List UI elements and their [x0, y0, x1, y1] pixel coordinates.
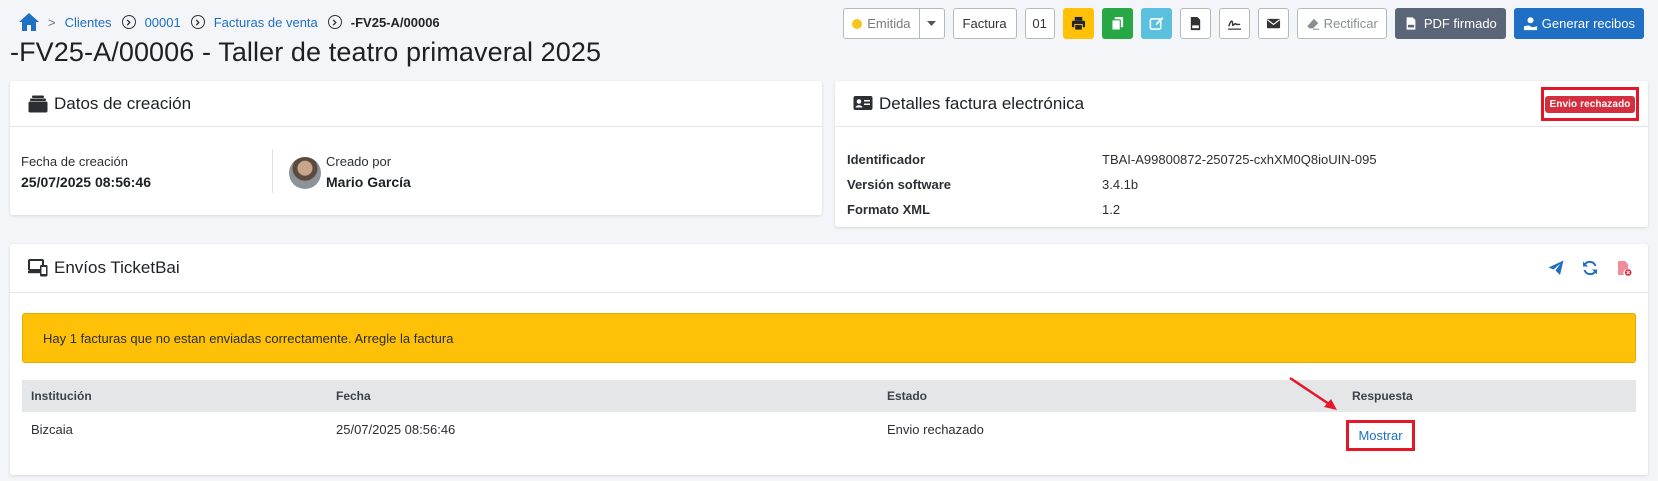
rectify-button[interactable]: Rectificar — [1296, 8, 1387, 39]
detail-row: Versión software 3.4.1b — [835, 172, 1648, 197]
created-by-block: Creado por Mario García — [326, 154, 411, 190]
creation-card-title: Datos de creación — [54, 93, 192, 113]
einvoice-card: Detalles factura electrónica Envio recha… — [835, 81, 1648, 227]
send-icon[interactable] — [1548, 260, 1564, 276]
print-button[interactable] — [1062, 8, 1094, 39]
detail-row: Formato XML 1.2 — [835, 197, 1648, 222]
user-hand-icon — [1523, 17, 1537, 31]
einvoice-card-title: Detalles factura electrónica — [879, 93, 1085, 113]
generate-receipts-label: Generar recibos — [1541, 16, 1635, 31]
invoice-toolbar: Emitida Factura 01 Rectificar PDF firmad… — [843, 8, 1644, 39]
copy-icon — [1110, 16, 1123, 31]
detail-key: Identificador — [847, 152, 926, 167]
breadcrumb: > Clientes 00001 Facturas de venta -FV25… — [18, 11, 440, 33]
breadcrumb-client-code[interactable]: 00001 — [145, 15, 181, 30]
ticketbai-card-header: Envíos TicketBai — [10, 244, 1648, 293]
edit-button[interactable] — [1140, 8, 1172, 39]
rectify-label: Rectificar — [1323, 16, 1378, 31]
created-by-value: Mario García — [326, 174, 411, 190]
status-button[interactable]: Emitida — [843, 8, 920, 39]
breadcrumb-clientes[interactable]: Clientes — [65, 15, 112, 30]
detail-value: 3.4.1b — [1102, 177, 1139, 192]
table-row: Bizcaia 25/07/2025 08:56:46 Envio rechaz… — [22, 412, 1636, 451]
edit-icon — [1149, 16, 1164, 30]
home-icon[interactable] — [18, 12, 40, 32]
breadcrumb-current: -FV25-A/00006 — [350, 14, 440, 30]
column-header-status: Estado — [887, 389, 928, 403]
status-badge: Envio rechazado — [1544, 95, 1636, 113]
created-by-label: Creado por — [326, 154, 392, 169]
einvoice-details: Identificador TBAI-A99800872-250725-cxhX… — [835, 127, 1648, 222]
status-dropdown: Emitida — [843, 8, 945, 39]
ticketbai-card-title: Envíos TicketBai — [54, 258, 180, 277]
divider — [272, 149, 273, 193]
chevron-right-icon: > — [48, 14, 56, 30]
eraser-icon — [1306, 18, 1319, 30]
cell-status: Envio rechazado — [887, 421, 984, 437]
refresh-icon[interactable] — [1582, 260, 1598, 276]
status-dot-icon — [852, 18, 863, 29]
status-dropdown-toggle[interactable] — [919, 8, 945, 39]
pdf-signed-label: PDF firmado — [1423, 16, 1497, 31]
creation-date-block: Fecha de creación 25/07/2025 08:56:46 — [21, 154, 151, 190]
signature-icon — [1227, 20, 1241, 30]
show-link-highlight: Mostrar — [1346, 420, 1415, 451]
chevron-circle-right-icon — [327, 15, 342, 29]
detail-row: Identificador TBAI-A99800872-250725-cxhX… — [835, 147, 1648, 172]
creation-date-value: 25/07/2025 08:56:46 — [21, 174, 151, 190]
show-response-link[interactable]: Mostrar — [1358, 428, 1402, 443]
column-header-institution: Institución — [31, 389, 92, 403]
creation-card: Datos de creación Fecha de creación 25/0… — [10, 81, 822, 215]
detail-key: Versión software — [847, 177, 952, 192]
annotation-arrow-icon — [1289, 376, 1337, 410]
page-title: -FV25-A/00006 - Taller de teatro primave… — [10, 37, 602, 67]
invoice-type-button[interactable]: Factura — [952, 8, 1017, 39]
chevron-circle-right-icon — [121, 15, 136, 29]
xml-button[interactable] — [1179, 8, 1211, 39]
breadcrumb-sales-invoices[interactable]: Facturas de venta — [214, 15, 318, 30]
avatar — [289, 157, 321, 189]
detail-value: TBAI-A99800872-250725-cxhXM0Q8ioUIN-095 — [1102, 152, 1377, 167]
series-button[interactable]: 01 — [1024, 8, 1055, 39]
status-label: Emitida — [867, 16, 911, 31]
print-icon — [1071, 16, 1085, 31]
chevron-circle-right-icon — [190, 15, 205, 29]
xml-file-icon — [1190, 16, 1200, 31]
pdf-signed-button[interactable]: PDF firmado — [1394, 8, 1506, 39]
column-header-date: Fecha — [336, 389, 371, 403]
devices-icon — [28, 259, 48, 277]
table-header: Institución Fecha Estado Respuesta — [22, 380, 1636, 412]
copy-button[interactable] — [1101, 8, 1133, 39]
warning-alert: Hay 1 facturas que no estan enviadas cor… — [22, 313, 1636, 363]
einvoice-card-header: Detalles factura electrónica Envio recha… — [835, 81, 1648, 127]
column-header-response: Respuesta — [1352, 389, 1413, 403]
detail-value: 1.2 — [1102, 202, 1121, 217]
submissions-table: Institución Fecha Estado Respuesta Bizca… — [22, 380, 1636, 451]
cell-institution: Bizcaia — [31, 421, 73, 437]
top-bar: > Clientes 00001 Facturas de venta -FV25… — [0, 0, 1658, 42]
pdf-icon — [1406, 17, 1416, 30]
ticketbai-actions — [1548, 260, 1632, 276]
signature-button[interactable] — [1218, 8, 1250, 39]
layers-icon — [28, 95, 48, 113]
ticketbai-card: Envíos TicketBai Hay 1 facturas que no e… — [10, 244, 1648, 475]
id-card-icon — [853, 95, 873, 113]
file-cancel-icon[interactable] — [1616, 260, 1632, 276]
generate-receipts-button[interactable]: Generar recibos — [1513, 8, 1644, 39]
email-button[interactable] — [1257, 8, 1289, 39]
status-badge-highlight: Envio rechazado — [1541, 87, 1639, 121]
creation-card-body: Fecha de creación 25/07/2025 08:56:46 Cr… — [10, 127, 822, 215]
creation-date-label: Fecha de creación — [21, 154, 128, 169]
creation-card-header: Datos de creación — [10, 81, 822, 127]
envelope-icon — [1266, 18, 1280, 29]
detail-key: Formato XML — [847, 202, 931, 217]
caret-down-icon — [927, 20, 937, 26]
cell-date: 25/07/2025 08:56:46 — [336, 421, 456, 437]
